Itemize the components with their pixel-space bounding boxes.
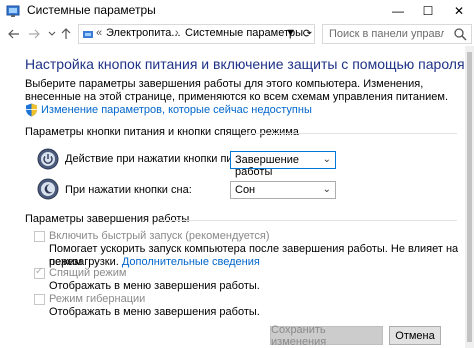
maximize-button[interactable]: ☐ xyxy=(413,0,443,22)
power-button-action-select[interactable]: Завершение работы ⌄ xyxy=(230,151,336,178)
sleep-mode-label: Спящий режим xyxy=(49,267,127,279)
shield-icon xyxy=(26,103,37,117)
chevron-down-icon: ⌄ xyxy=(322,154,331,165)
sleep-mode-description: Отображать в меню завершения работы. xyxy=(49,280,260,292)
search-icon[interactable] xyxy=(453,27,467,41)
sleep-button-action-label: При нажатии кнопки сна: xyxy=(65,184,192,196)
close-button[interactable]: ✕ xyxy=(444,0,474,22)
chevron-down-icon[interactable]: ▼ xyxy=(285,27,296,39)
page-title: Настройка кнопок питания и включение защ… xyxy=(25,56,465,72)
checkmark-icon: ✓ xyxy=(35,266,44,277)
sleep-moon-icon xyxy=(37,178,59,200)
sleep-mode-checkbox[interactable]: ✓ xyxy=(34,266,45,279)
arrow-right-icon[interactable] xyxy=(26,26,42,42)
hibernate-checkbox[interactable] xyxy=(34,294,45,305)
search-box[interactable] xyxy=(322,24,472,44)
cancel-button[interactable]: Отмена xyxy=(389,326,441,345)
search-input[interactable] xyxy=(329,27,444,41)
page-description: Выберите параметры завершения работы для… xyxy=(25,78,449,103)
power-button-icon xyxy=(37,148,59,170)
title-bar: Системные параметры — ☐ ✕ xyxy=(0,0,474,22)
control-panel-icon xyxy=(6,5,20,17)
more-info-link[interactable]: Дополнительные сведения xyxy=(122,256,260,268)
folder-icon xyxy=(83,31,93,38)
address-bar[interactable]: « Электропита... › Системные параметры ▼… xyxy=(78,24,315,44)
breadcrumb-item-power[interactable]: Электропита... xyxy=(106,27,181,39)
breadcrumb-separator: › xyxy=(175,27,179,39)
section-divider xyxy=(160,220,457,221)
save-changes-button[interactable]: Сохранить изменения xyxy=(270,324,383,348)
sleep-button-action-value: Сон xyxy=(235,184,256,196)
window-title: Системные параметры xyxy=(27,3,156,17)
refresh-icon[interactable]: ⟳ xyxy=(303,27,312,40)
sleep-button-action-select[interactable]: Сон ⌄ xyxy=(230,181,336,199)
arrow-up-icon[interactable] xyxy=(58,26,74,42)
power-button-action-value: Завершение работы xyxy=(235,154,299,178)
hibernate-label: Режим гибернации xyxy=(49,293,146,305)
fast-startup-label: Включить быстрый запуск (рекомендуется) xyxy=(49,230,270,242)
minimize-button[interactable]: — xyxy=(383,0,413,22)
breadcrumb-prefix: « xyxy=(96,27,103,39)
arrow-left-icon[interactable] xyxy=(6,26,22,42)
fast-startup-checkbox[interactable] xyxy=(34,231,45,242)
power-section-title: Параметры кнопки питания и кнопки спящег… xyxy=(25,126,299,138)
shutdown-section-title: Параметры завершения работы xyxy=(25,213,190,225)
section-divider xyxy=(247,133,457,134)
vertical-scrollbar[interactable] xyxy=(465,46,474,348)
scrollbar-thumb[interactable] xyxy=(467,52,472,342)
change-unavailable-settings-link[interactable]: Изменение параметров, которые сейчас нед… xyxy=(41,104,312,116)
chevron-down-icon: ⌄ xyxy=(322,184,331,195)
hibernate-description: Отображать в меню завершения работы. xyxy=(49,306,260,318)
